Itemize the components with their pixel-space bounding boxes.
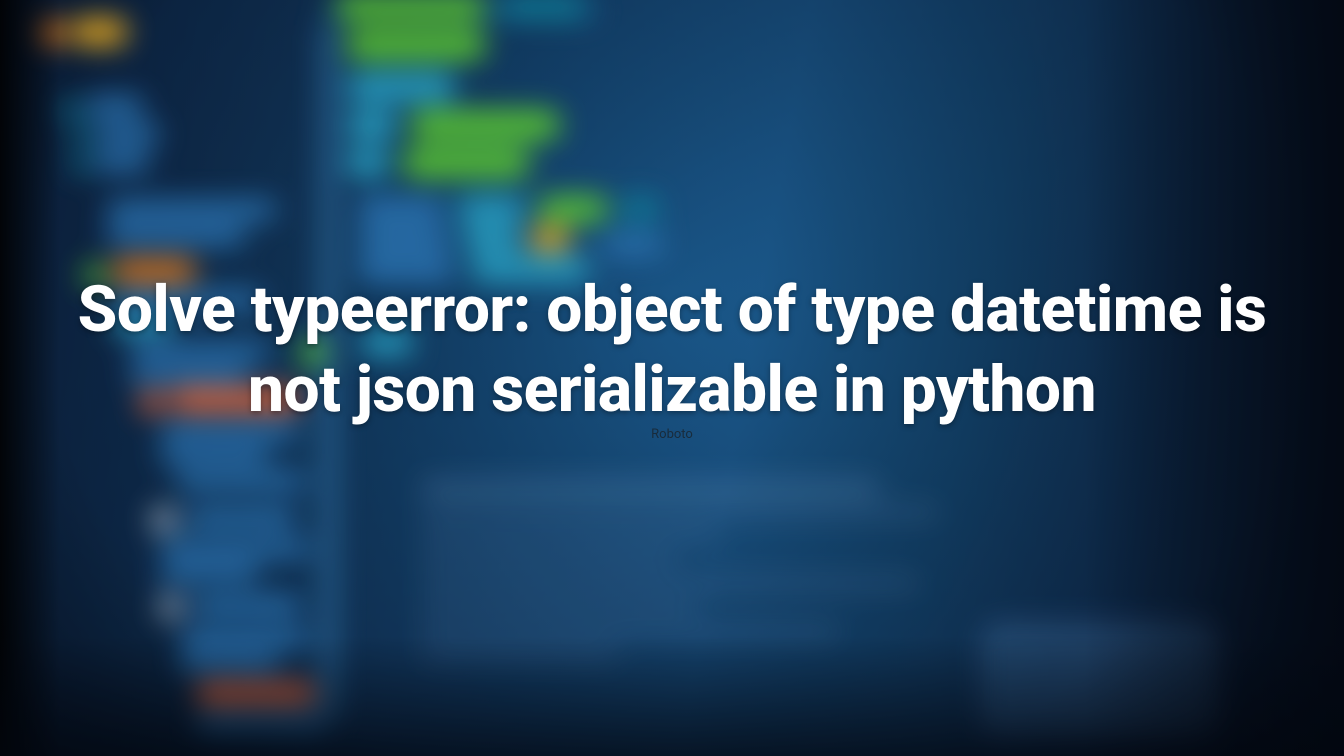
page-title: Solve typeerror: object of type datetime… xyxy=(0,270,1344,430)
vignette-bottom xyxy=(0,636,1344,756)
font-caption: Roboto xyxy=(0,427,1344,442)
